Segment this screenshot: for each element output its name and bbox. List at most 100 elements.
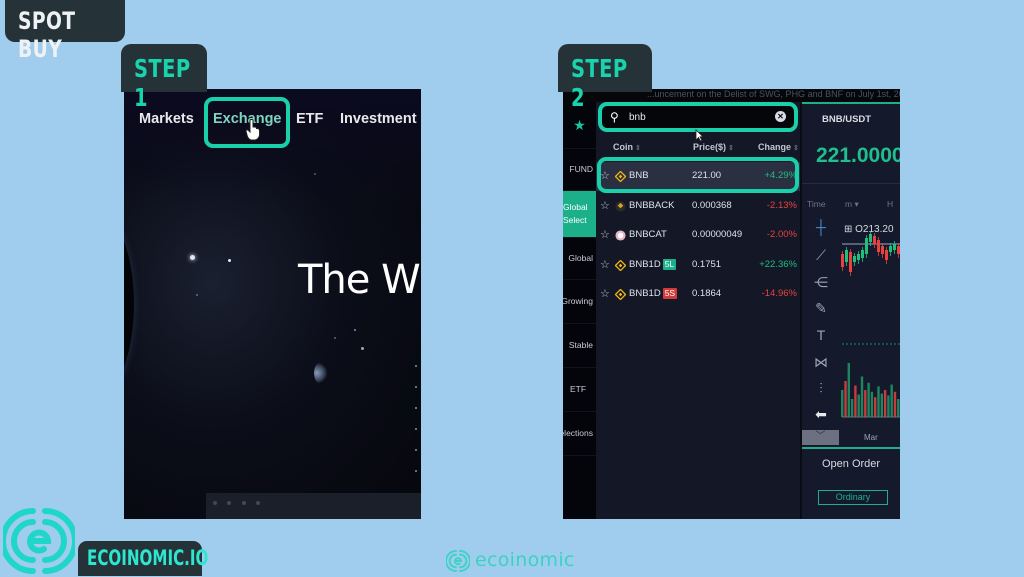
volume-bar xyxy=(887,395,890,417)
leverage-badge: 5L xyxy=(662,258,677,270)
coin-symbol: BNBCAT xyxy=(629,229,667,240)
favorite-star-icon[interactable]: ☆ xyxy=(600,228,610,241)
timeframe-time[interactable]: Time xyxy=(807,199,826,209)
pattern-icon[interactable]: ⋈ xyxy=(812,354,830,371)
measure-icon[interactable]: ⫶ xyxy=(812,380,830,397)
favorite-star-icon[interactable]: ☆ xyxy=(600,199,610,212)
coin-change: -2.00% xyxy=(766,229,797,240)
bnb-row-highlight xyxy=(597,157,799,193)
moon xyxy=(314,362,328,384)
coin-symbol: BNB1D 5L xyxy=(629,258,677,270)
text-tool-icon[interactable]: T xyxy=(812,327,830,343)
spot-buy-title: SPOT BUY xyxy=(5,0,125,63)
coin-logo-icon xyxy=(615,289,626,300)
chart-panel: BNB/USDT 221.0000 Time m ▾ H ⊞ O213.20 ┼… xyxy=(802,102,900,519)
volume-bar xyxy=(864,390,867,417)
accent-divider xyxy=(802,447,900,449)
nav-etf[interactable]: ETF xyxy=(296,111,323,127)
coin-row[interactable]: ☆ BNBCAT 0.00000049 -2.00% xyxy=(596,221,800,250)
star xyxy=(314,173,316,175)
volume-bar xyxy=(854,385,857,417)
candles xyxy=(841,232,900,276)
search-input[interactable] xyxy=(629,109,769,125)
collapse-button[interactable]: ﹀ xyxy=(802,430,839,445)
star xyxy=(354,329,356,331)
volume-bar xyxy=(847,363,850,417)
category-selections[interactable]: Selections xyxy=(563,412,596,456)
sort-icon: ⇕ xyxy=(793,145,799,152)
volume-bar xyxy=(883,390,887,417)
open-order-tab[interactable]: Open Order xyxy=(822,458,880,470)
category-growing[interactable]: Growing xyxy=(563,280,596,324)
coin-row[interactable]: ☆ BNBBACK 0.000368 -2.13% xyxy=(596,192,800,221)
category-etf[interactable]: ETF xyxy=(563,368,596,412)
planet-edge xyxy=(124,209,134,399)
volume-bar xyxy=(860,376,864,417)
divider xyxy=(802,183,900,184)
column-change[interactable]: Change ⇕ xyxy=(758,142,799,152)
step1-label: STEP 1 xyxy=(121,44,207,112)
fib-icon[interactable]: ⋲ xyxy=(812,274,830,291)
brush-icon[interactable]: ✎ xyxy=(812,300,830,317)
hand-cursor-icon xyxy=(245,119,260,141)
category-global-select[interactable]: Global Select xyxy=(563,191,596,238)
candle xyxy=(881,246,884,254)
coin-row[interactable]: ☆ BNB1D 5L 0.1751 +22.36% xyxy=(596,251,800,280)
category-stable[interactable]: Stable xyxy=(563,324,596,368)
search-field[interactable]: ⚲ ✕ xyxy=(598,102,798,132)
star xyxy=(196,294,198,296)
volume-bar xyxy=(870,391,874,417)
coin-logo-icon xyxy=(615,259,626,271)
volume-bar xyxy=(893,391,897,417)
ordinary-order-button[interactable]: Ordinary xyxy=(818,490,888,505)
favorite-star-icon[interactable]: ☆ xyxy=(600,258,610,271)
nav-markets[interactable]: Markets xyxy=(139,111,194,127)
candle xyxy=(845,250,848,262)
star xyxy=(334,337,336,339)
star-icon: ★ xyxy=(573,116,586,133)
favorite-star-icon[interactable]: ☆ xyxy=(600,287,610,300)
candle xyxy=(897,246,900,254)
timeframe-minute-dropdown[interactable]: m ▾ xyxy=(845,199,859,210)
trendline-icon[interactable]: ⟋ xyxy=(812,247,830,264)
column-coin[interactable]: Coin ⇕ xyxy=(613,142,641,152)
volume-bar xyxy=(857,394,860,417)
crosshair-icon[interactable]: ┼ xyxy=(812,219,830,235)
candle xyxy=(861,250,864,258)
volume-bars xyxy=(841,363,900,417)
sort-icon: ⇕ xyxy=(635,145,641,152)
candle xyxy=(885,250,888,260)
coin-logo-icon xyxy=(615,200,626,212)
month-axis-label: Mar xyxy=(864,433,878,442)
coin-row[interactable]: ☆ BNB1D 5S 0.1864 -14.96% xyxy=(596,280,800,309)
category-fund[interactable]: FUND xyxy=(563,149,596,191)
bottom-bar xyxy=(206,493,421,519)
arrow-cursor-icon xyxy=(695,129,704,142)
volume-bar xyxy=(890,384,893,417)
coin-price: 0.1751 xyxy=(692,258,722,270)
clear-search-icon[interactable]: ✕ xyxy=(775,111,786,122)
step2-screenshot: ...uncement on the Delist of SWG, PHG an… xyxy=(563,89,900,519)
coin-change: -2.13% xyxy=(766,199,797,211)
ecoinomic-logo-icon xyxy=(3,508,75,574)
candle xyxy=(849,252,852,272)
pair-tab[interactable]: BNB/USDT xyxy=(802,102,900,132)
column-price[interactable]: Price($) ⇕ xyxy=(693,142,734,152)
volume-bar xyxy=(877,386,880,417)
coin-symbol: BNBBACK xyxy=(629,199,675,211)
hero-heading: The W xyxy=(298,257,421,303)
candle xyxy=(889,246,892,252)
nav-investment[interactable]: Investment xyxy=(340,111,417,127)
candle xyxy=(857,254,860,260)
coin-change: -14.96% xyxy=(761,288,797,299)
watermark-text: ecoinomic xyxy=(475,549,575,571)
category-global[interactable]: Global xyxy=(563,238,596,280)
back-arrow-icon[interactable]: ⬅ xyxy=(812,406,830,423)
timeframe-hour[interactable]: H xyxy=(887,199,893,209)
last-price: 221.0000 xyxy=(816,144,900,167)
candle xyxy=(877,240,880,252)
scroll-dots xyxy=(415,365,418,491)
coin-price: 0.00000049 xyxy=(692,229,743,240)
coin-logo-icon xyxy=(615,230,626,241)
price-chart[interactable] xyxy=(839,232,900,427)
